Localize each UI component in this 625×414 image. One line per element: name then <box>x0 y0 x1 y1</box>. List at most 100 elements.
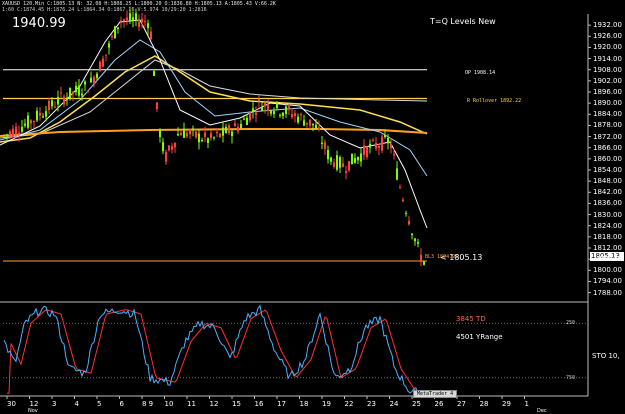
time-tick-label: 18 <box>299 400 309 408</box>
candle-body <box>84 81 86 85</box>
time-tick-label: 11 <box>187 400 196 408</box>
candle-body <box>330 157 332 162</box>
sto-signal-line <box>7 309 428 394</box>
candle-body <box>243 118 245 120</box>
candle-body <box>138 21 140 28</box>
candle-body <box>51 100 53 107</box>
candle-body <box>114 26 116 39</box>
price-tick-label: 1812.00 <box>593 244 622 252</box>
time-tick-label: 22 <box>344 400 354 408</box>
candle-body <box>345 170 347 173</box>
candle-body <box>342 163 344 167</box>
candle-body <box>69 87 71 98</box>
price-tick-label: 1794.00 <box>593 277 622 286</box>
price-tick-label: 1788.00 <box>593 288 622 297</box>
candle-body <box>177 133 179 136</box>
candle-body <box>384 134 386 138</box>
candle-body <box>180 132 182 136</box>
candle-body <box>156 102 158 109</box>
candle-body <box>231 131 233 137</box>
candle-body <box>159 129 161 138</box>
candle-body <box>174 142 176 148</box>
candle-body <box>153 71 155 77</box>
candle-body <box>282 112 284 117</box>
time-tick-label: 23 <box>367 400 376 408</box>
candle-body <box>87 90 89 93</box>
time-tick-label: 28 <box>479 400 489 408</box>
candle-body <box>315 124 317 129</box>
time-tick-label: 19 <box>322 400 331 408</box>
candle-body <box>132 17 134 21</box>
candle-body <box>354 157 356 163</box>
candle-body <box>15 126 17 135</box>
price-tick-label: 1890.00 <box>593 99 622 108</box>
candle-body <box>63 96 65 105</box>
candle-body <box>420 254 422 263</box>
price-tick-label: 1800.00 <box>593 266 622 275</box>
candle-body <box>393 153 395 156</box>
candle-body <box>270 110 272 114</box>
candle-body <box>408 220 410 225</box>
candle-body <box>222 127 224 136</box>
time-tick-label: 1 <box>524 400 529 408</box>
candle-body <box>396 168 398 180</box>
price-tick-label: 1836.00 <box>593 199 622 208</box>
time-tick-label: 12 <box>29 400 39 408</box>
metatrader-chart-window[interactable]: XAUUSD 120.Min C:1805.13 N: 32.08 H:1808… <box>0 0 625 414</box>
candle-body <box>171 146 173 150</box>
candle-body <box>135 13 137 20</box>
price-chart-canvas[interactable] <box>0 0 625 413</box>
candle-body <box>321 142 323 144</box>
candle-body <box>96 73 98 79</box>
candle-body <box>45 111 47 117</box>
candle-body <box>207 138 209 143</box>
candle-body <box>276 101 278 108</box>
candle-body <box>423 261 425 265</box>
candle-body <box>348 161 350 171</box>
candle-body <box>363 145 365 156</box>
candle-body <box>123 19 125 21</box>
candle-body <box>36 110 38 121</box>
candle-body <box>66 97 68 101</box>
mid-ma-line <box>0 39 428 177</box>
candle-body <box>261 106 263 111</box>
candle-body <box>285 106 287 114</box>
candle-body <box>105 54 107 56</box>
fast-ma-line <box>0 19 428 229</box>
candle-body <box>75 85 77 93</box>
candle-body <box>54 106 56 108</box>
time-tick-label: 5 <box>97 400 102 408</box>
sto-tick-label: 750 <box>566 374 576 381</box>
candle-body <box>378 146 380 149</box>
price-tick-label: 1926.00 <box>593 32 622 41</box>
candle-body <box>150 31 152 40</box>
price-tick-label: 1878.00 <box>593 121 622 130</box>
candle-body <box>297 116 299 123</box>
candle-body <box>273 111 275 115</box>
candle-body <box>249 112 251 121</box>
time-tick-label: 16 <box>254 400 264 408</box>
price-tick-label: 1854.00 <box>593 166 622 174</box>
candle-body <box>399 187 401 189</box>
candle-body <box>267 104 269 111</box>
price-tick-label: 1818.00 <box>593 232 622 241</box>
candle-body <box>195 131 197 138</box>
price-tick-label: 1824.00 <box>593 221 622 230</box>
price-tick-label: 1902.00 <box>593 76 622 85</box>
time-tick-label: 27 <box>457 400 466 408</box>
time-tick-label: 25 <box>412 400 421 408</box>
candle-body <box>216 131 218 134</box>
candle-body <box>147 23 149 28</box>
candle-body <box>144 21 146 23</box>
candle-body <box>93 77 95 84</box>
candle-body <box>201 139 203 142</box>
candle-body <box>279 114 281 116</box>
price-tick-label: 1908.00 <box>593 65 622 74</box>
candle-body <box>390 144 392 148</box>
candle-body <box>186 132 188 137</box>
price-tick-label: 1896.00 <box>593 88 622 96</box>
candle-body <box>240 123 242 129</box>
price-tick-label: 1806.00 <box>593 255 622 264</box>
candle-body <box>417 241 419 244</box>
candle-body <box>309 119 311 126</box>
